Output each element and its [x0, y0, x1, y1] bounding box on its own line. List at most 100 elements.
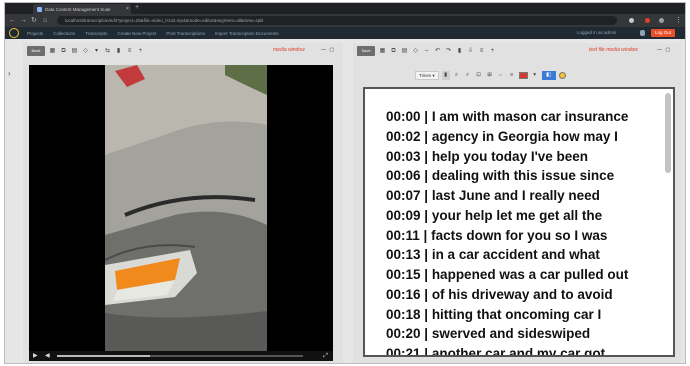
bold-icon[interactable]: ▮ [441, 70, 450, 80]
bookmark-star-icon[interactable] [629, 18, 634, 23]
transcript-line[interactable]: 00:21 | another car and my car got [386, 344, 628, 357]
transcript-text: I am with mason car insurance [431, 109, 629, 124]
paste-icon[interactable]: ▤ [71, 47, 78, 55]
transcript-lines: 00:00 | I am with mason car insurance 00:… [386, 107, 628, 357]
transcript-timestamp: 00:15 [386, 267, 421, 282]
table-icon[interactable]: ⊞ [486, 71, 494, 80]
transcript-line[interactable]: 00:15 | happened was a car pulled out [386, 265, 628, 285]
minus-icon[interactable]: – [423, 47, 430, 55]
back-button[interactable]: Back [27, 46, 45, 56]
play-icon[interactable]: ▶ [33, 352, 38, 360]
search-icon[interactable]: ⌕ [464, 71, 472, 80]
transcript-separator: | [420, 188, 432, 203]
transcript-separator: | [420, 286, 432, 302]
editor-scrollbar[interactable] [665, 93, 671, 173]
save-button[interactable]: Save [357, 46, 375, 56]
video-controls: ▶ ◀ ⤢ [29, 351, 333, 361]
redo-icon[interactable]: ↷ [445, 47, 452, 55]
transcript-line[interactable]: 00:11 | facts down for you so I was [386, 226, 628, 246]
window-controls[interactable]: — ▢ [321, 47, 335, 53]
undo-icon[interactable]: ↶ [434, 47, 441, 55]
nav-item-projects[interactable]: Projects [27, 31, 43, 36]
transcript-text: help you today I've been [431, 148, 589, 164]
transcript-timestamp: 00:07 [386, 188, 421, 203]
video-player[interactable]: ▶ ◀ ⤢ [29, 65, 333, 361]
nav-item-print[interactable]: Print Transcriptions [166, 31, 205, 36]
video-progress-bar[interactable] [57, 355, 303, 357]
transcript-separator: | [420, 346, 432, 357]
underline-icon[interactable]: ⊡ [475, 71, 483, 80]
transcript-separator: | [420, 207, 432, 223]
transcript-line[interactable]: 00:16 | of his driveway and to avoid [386, 285, 628, 305]
favicon-icon [37, 6, 42, 12]
file-icon[interactable]: ▮ [456, 47, 463, 55]
emoji-icon[interactable] [558, 71, 566, 79]
new-tab-button[interactable]: + [135, 4, 139, 12]
reload-icon[interactable]: ↻ [31, 16, 37, 25]
transcript-line[interactable]: 00:02 | agency in Georgia how may I [386, 127, 628, 147]
browser-tab[interactable]: Data Content Management Suite × [33, 4, 131, 14]
transcript-editor[interactable]: 00:00 | I am with mason car insurance 00:… [363, 87, 675, 357]
media-panel: Back ▦ ⧉ ▤ ◇ ▾ ⇆ ▮ ≡ + media window — ▢ [23, 43, 343, 363]
transcript-line[interactable]: 00:03 | help you today I've been [386, 147, 628, 167]
transcript-text: happened was a car pulled out [431, 267, 629, 282]
extension-icon[interactable] [645, 18, 650, 23]
home-icon[interactable]: ⌂ [43, 16, 47, 25]
tag-icon[interactable]: ◇ [82, 47, 89, 55]
highlight-icon[interactable]: ◧ [541, 70, 556, 80]
transcript-line[interactable]: 00:18 | hitting that oncoming car I [386, 305, 628, 325]
tab-close-icon[interactable]: × [126, 6, 129, 12]
transcript-line[interactable]: 00:06 | dealing with this issue since [386, 166, 628, 186]
list-icon[interactable]: ≡ [478, 47, 485, 55]
download-icon[interactable]: ⇩ [467, 47, 474, 55]
transcript-line[interactable]: 00:09 | your help let me get all the [386, 206, 628, 226]
transcript-line[interactable]: 00:13 | in a car accident and what [386, 245, 628, 265]
nav-item-transcripts[interactable]: Transcripts [85, 31, 107, 36]
text-color-icon[interactable] [518, 71, 528, 79]
car-damage-image [105, 65, 267, 351]
transcript-text: in a car accident and what [431, 247, 600, 263]
link-icon[interactable]: ⇆ [104, 47, 111, 55]
add-icon[interactable]: + [489, 47, 496, 55]
transcript-timestamp: 00:03 [386, 148, 421, 164]
add-icon[interactable]: + [137, 47, 144, 55]
paste-icon[interactable]: ▤ [401, 47, 408, 55]
user-icon[interactable] [640, 30, 645, 36]
fullscreen-icon[interactable]: ⤢ [323, 352, 328, 360]
file-icon[interactable]: ▮ [115, 47, 122, 55]
transcript-text: your help let me get all the [431, 207, 603, 223]
volume-icon[interactable]: ◀ [45, 352, 50, 360]
transcript-separator: | [420, 306, 432, 322]
profile-icon[interactable] [659, 18, 664, 23]
transcript-timestamp: 00:02 [386, 128, 421, 144]
app-logo-icon[interactable] [9, 28, 19, 38]
collapse-arrow-icon[interactable]: › [8, 69, 11, 78]
marker-icon[interactable]: ▾ [93, 47, 100, 55]
link-icon[interactable]: ⇔ [497, 71, 505, 80]
transcript-line[interactable]: 00:07 | last June and I really need [386, 186, 628, 206]
grid-icon[interactable]: ▦ [379, 47, 386, 55]
color-dropdown-icon[interactable]: ▾ [531, 71, 539, 80]
nav-item-create-project[interactable]: Create New Project [117, 31, 156, 36]
nav-item-collections[interactable]: Collections [53, 31, 75, 36]
forward-icon[interactable]: → [20, 16, 27, 25]
copy-icon[interactable]: ⧉ [390, 47, 397, 55]
transcript-line[interactable]: 00:20 | swerved and sideswiped [386, 324, 628, 344]
logout-button[interactable]: Log Out [651, 29, 675, 37]
italic-icon[interactable]: ⌕ [453, 71, 461, 80]
transcript-separator: | [420, 148, 432, 164]
user-name: Logged in as admin [577, 30, 617, 35]
align-icon[interactable]: ≡ [508, 71, 516, 80]
url-input[interactable]: localhost/transcription/edit?project=25&… [57, 16, 617, 25]
copy-icon[interactable]: ⧉ [60, 47, 67, 55]
back-icon[interactable]: ← [9, 16, 16, 25]
grid-icon[interactable]: ▦ [49, 47, 56, 55]
browser-menu-icon[interactable]: ⋮ [675, 16, 682, 25]
transcript-line[interactable]: 00:00 | I am with mason car insurance [386, 107, 628, 127]
font-select[interactable]: Times ▾ [415, 70, 439, 80]
tag-icon[interactable]: ◇ [412, 47, 419, 55]
transcript-text: last June and I really need [431, 188, 600, 203]
nav-item-import[interactable]: Import Transcription Documents [215, 31, 279, 36]
list-icon[interactable]: ≡ [126, 47, 133, 55]
window-controls[interactable]: — ▢ [657, 47, 671, 53]
